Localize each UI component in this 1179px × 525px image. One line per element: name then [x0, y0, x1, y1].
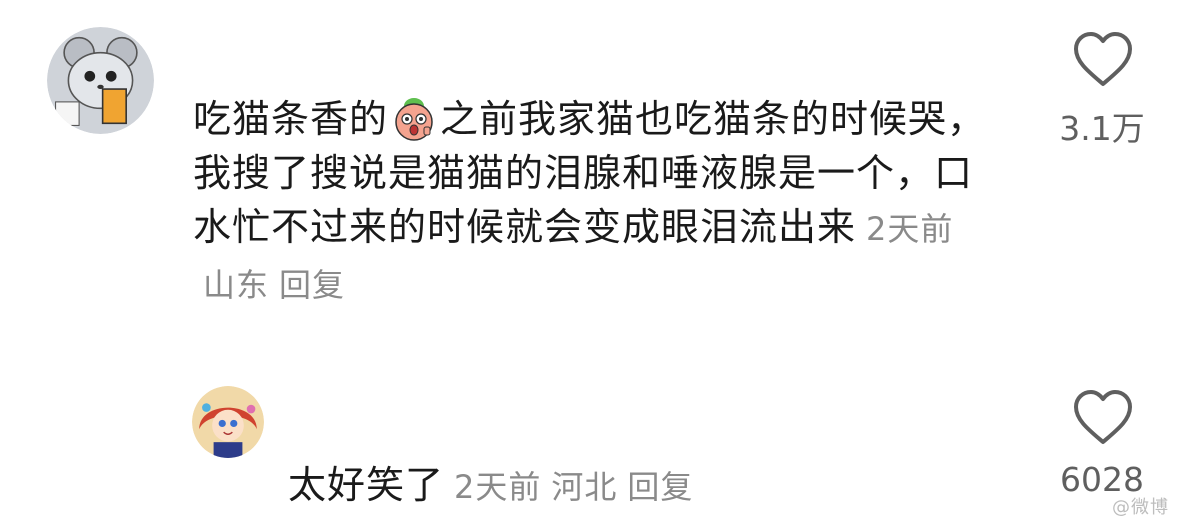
watermark: @微博: [1112, 497, 1169, 518]
comment-meta-2: 2天前 河北 回复: [444, 468, 693, 506]
comment-text-1-part1: 吃猫条香的: [193, 97, 389, 141]
reply-button[interactable]: 回复: [627, 468, 693, 506]
comment-text-2-body: 太好笑了: [288, 463, 445, 507]
like-button-1[interactable]: [1071, 30, 1135, 90]
avatar-commenter-1[interactable]: [47, 27, 154, 134]
heart-icon: [1074, 32, 1132, 86]
heart-icon: [1074, 390, 1132, 444]
comment-location: 河北: [551, 468, 618, 506]
reply-button[interactable]: 回复: [279, 266, 345, 304]
like-count-1: 3.1万: [1059, 109, 1145, 148]
comment-text-2: 太好笑了 2天前 河北 回复: [288, 458, 988, 514]
peach-face-emoji-icon: [390, 94, 438, 142]
comment-time: 2天前: [454, 468, 542, 506]
comment-text-1: 吃猫条香的 之前我家猫也吃猫条的时候哭，我搜了搜说是猫猫的泪腺和唾液腺是一个，口…: [193, 92, 993, 312]
like-button-2[interactable]: [1071, 388, 1135, 448]
avatar-commenter-2[interactable]: [192, 386, 264, 458]
comment-time: 2天前: [866, 210, 954, 248]
comment-location: 山东: [203, 266, 270, 304]
